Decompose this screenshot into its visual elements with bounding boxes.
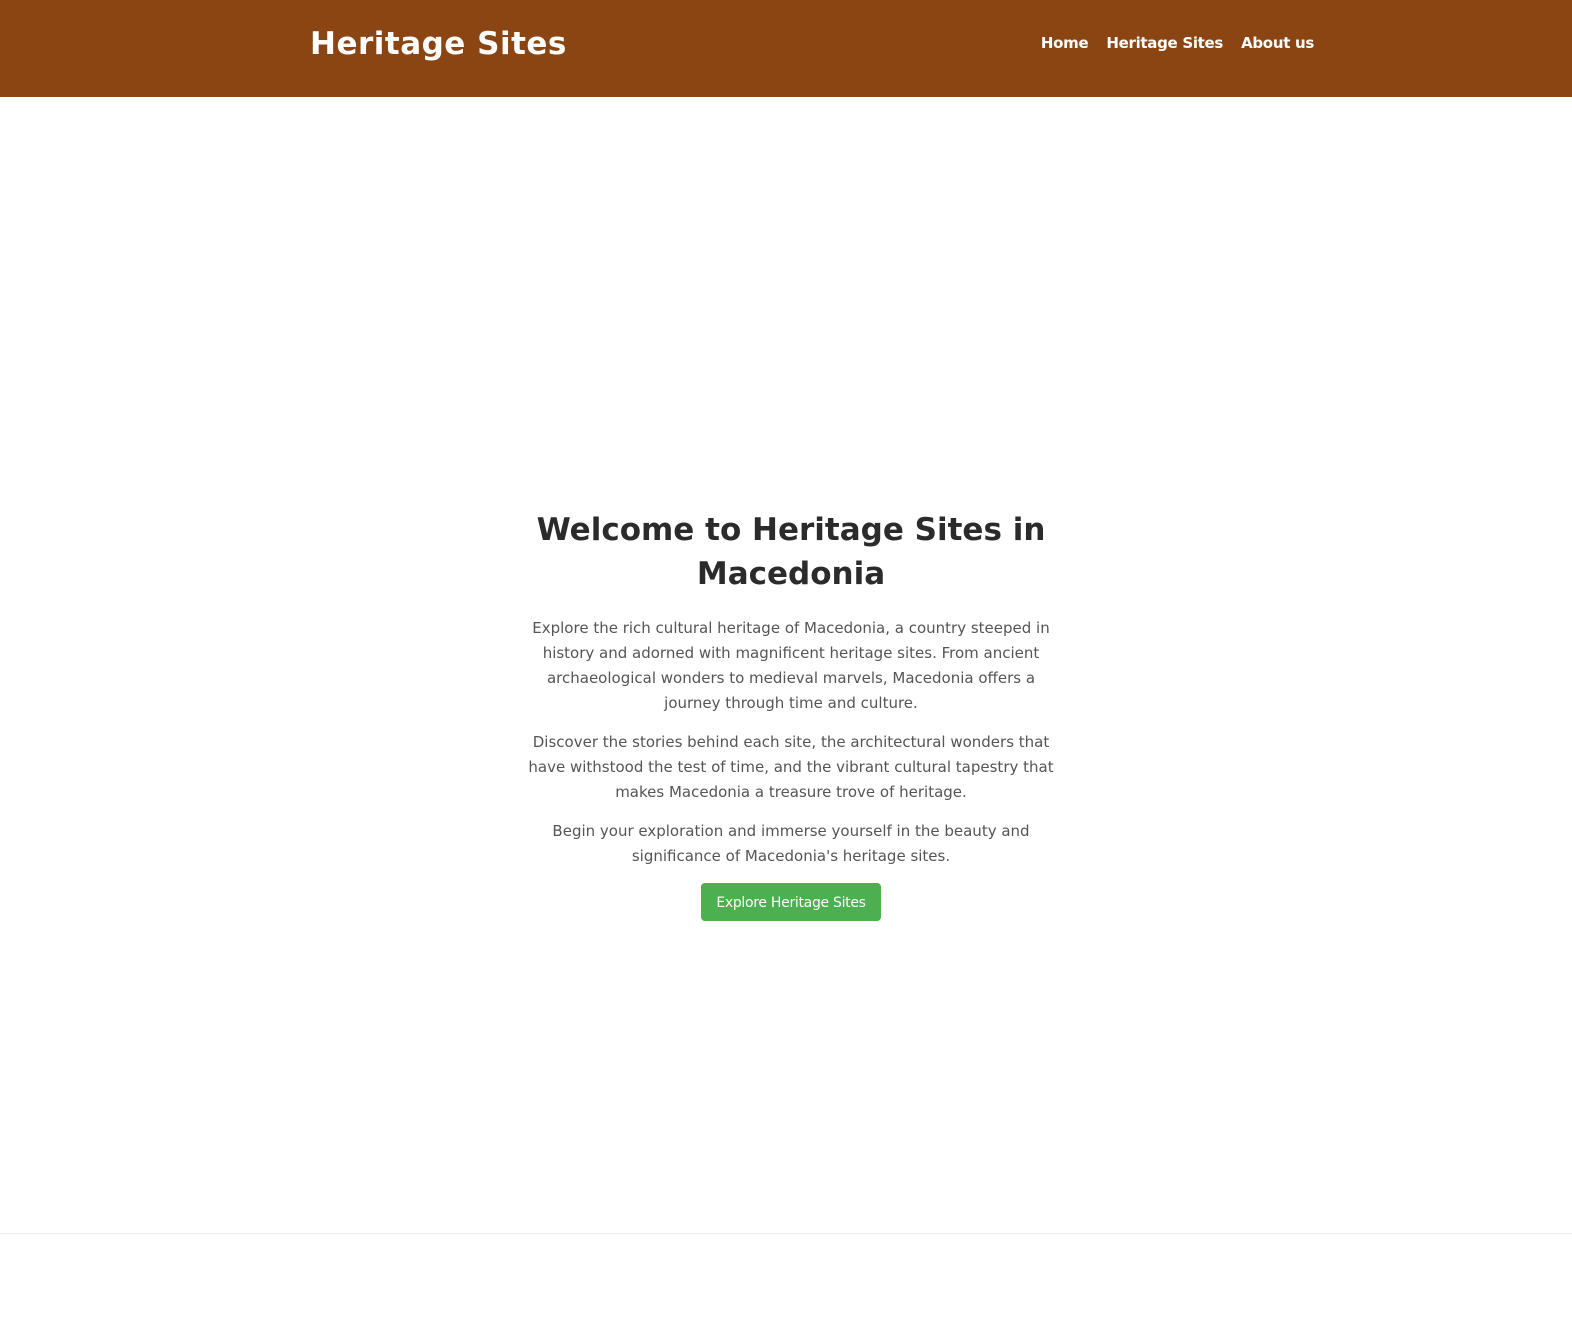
intro-paragraph: Explore the rich cultural heritage of Ma…	[532, 619, 1050, 712]
discover-paragraph: Discover the stories behind each site, t…	[528, 733, 1054, 801]
footer-divider	[0, 1233, 1572, 1234]
hero-section: Welcome to Heritage Sites in Macedonia E…	[510, 508, 1072, 921]
page-title: Welcome to Heritage Sites in Macedonia	[536, 512, 1046, 592]
brand-logo-link[interactable]: Heritage Sites	[310, 22, 567, 66]
explore-heritage-sites-button[interactable]: Explore Heritage Sites	[701, 883, 881, 921]
nav-link-about-us[interactable]: About us	[1241, 34, 1314, 52]
top-navbar: Heritage Sites Home Heritage Sites About…	[0, 0, 1572, 97]
main-nav: Home Heritage Sites About us	[1041, 31, 1314, 55]
nav-link-home[interactable]: Home	[1041, 34, 1089, 52]
begin-paragraph: Begin your exploration and immerse yours…	[552, 822, 1030, 865]
nav-link-heritage-sites[interactable]: Heritage Sites	[1106, 34, 1223, 52]
